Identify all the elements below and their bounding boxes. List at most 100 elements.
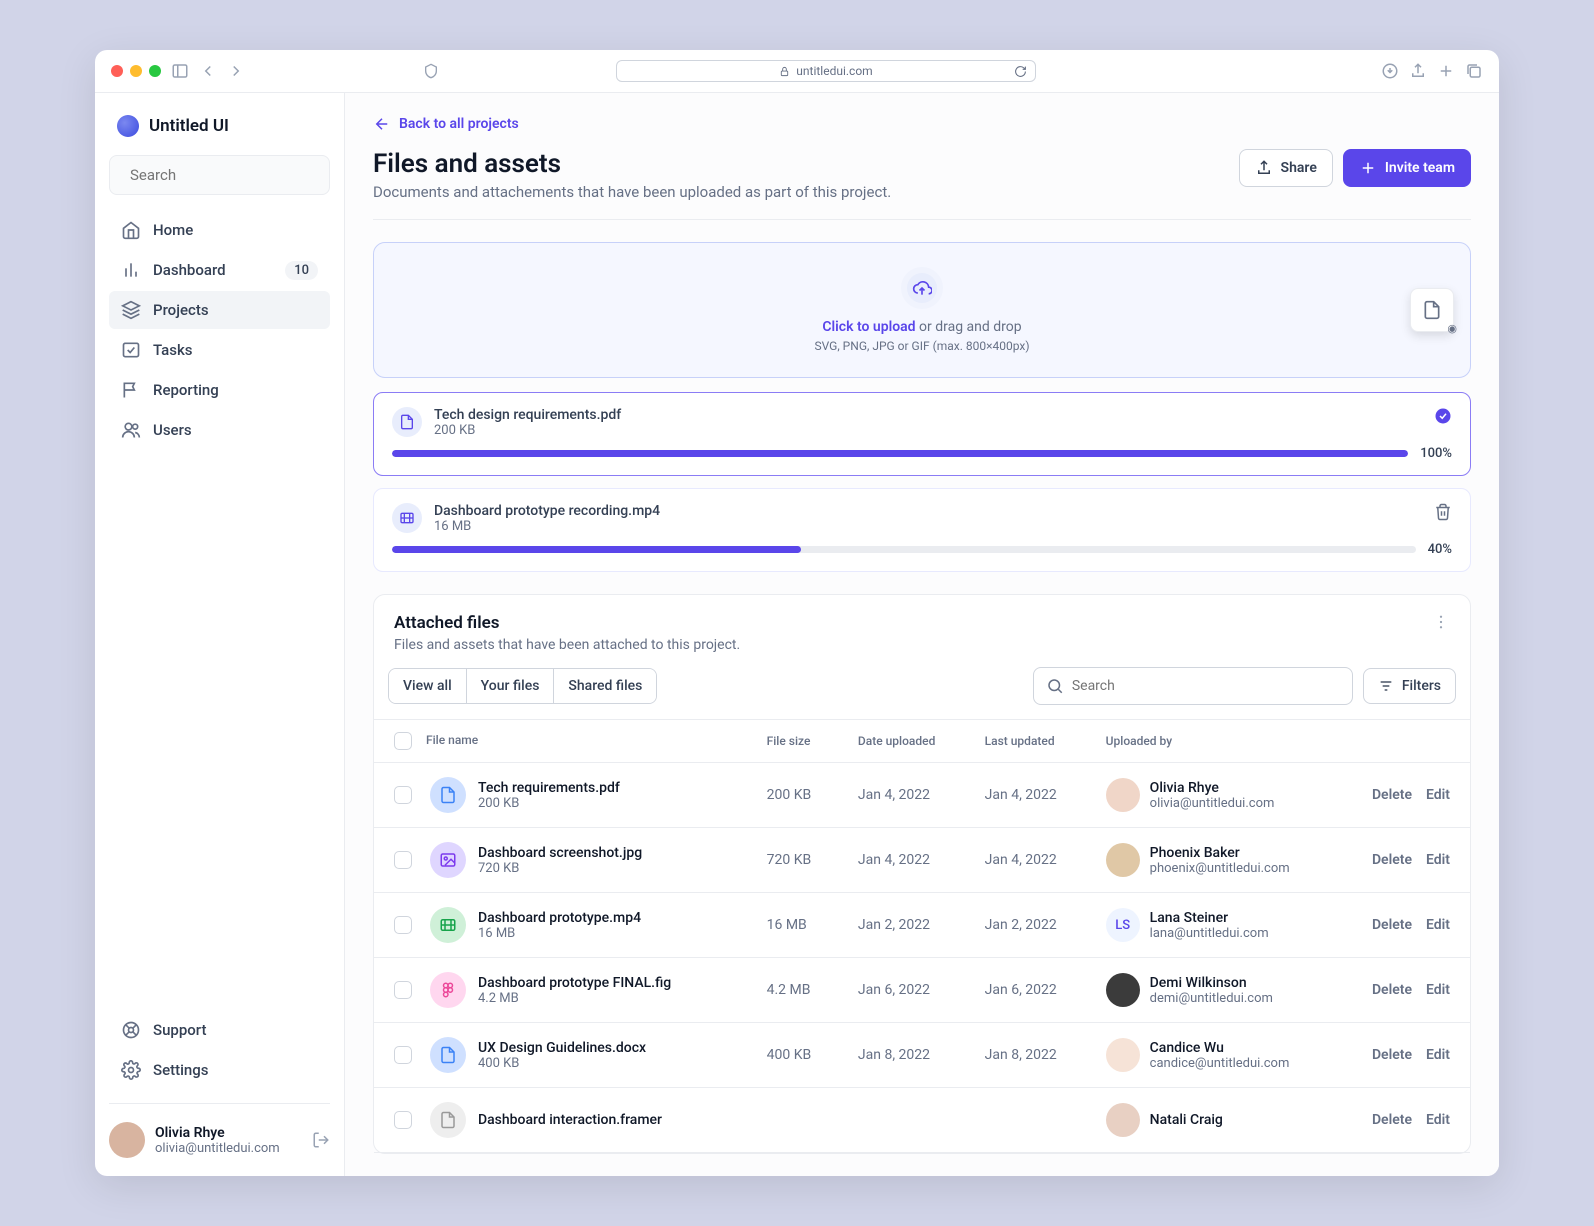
upload-progress-item: Dashboard prototype recording.mp416 MB 4… (373, 488, 1471, 572)
cloud-upload-icon (901, 267, 943, 309)
avatar (109, 1122, 145, 1158)
progress-bar (392, 450, 1408, 457)
tabs-icon[interactable] (1465, 62, 1483, 80)
row-checkbox[interactable] (394, 851, 412, 869)
nav-forward-icon[interactable] (227, 62, 245, 80)
sidebar-toggle-icon[interactable] (171, 62, 189, 80)
table-row: Dashboard interaction.framer Natali Crai… (374, 1088, 1470, 1153)
row-checkbox[interactable] (394, 1111, 412, 1129)
bar-icon (121, 260, 141, 280)
edit-button[interactable]: Edit (1426, 1112, 1450, 1128)
life-icon (121, 1020, 141, 1040)
col-uploaded[interactable]: Date uploaded (838, 720, 965, 763)
edit-button[interactable]: Edit (1426, 1047, 1450, 1063)
user-email: olivia@untitledui.com (155, 1141, 302, 1156)
tab-view-all[interactable]: View all (389, 669, 467, 703)
delete-button[interactable]: Delete (1372, 1047, 1412, 1063)
logout-icon[interactable] (312, 1131, 330, 1149)
file-name: UX Design Guidelines.docx (478, 1040, 646, 1056)
file-icon (1422, 300, 1442, 320)
col-updated[interactable]: Last updated (965, 720, 1086, 763)
flag-icon (121, 380, 141, 400)
upload-icon (1255, 159, 1273, 177)
edit-button[interactable]: Edit (1426, 787, 1450, 803)
tab-shared-files[interactable]: Shared files (554, 669, 656, 703)
new-tab-icon[interactable] (1437, 62, 1455, 80)
nav-item-home[interactable]: Home (109, 211, 330, 249)
card-title: Attached files (394, 613, 740, 633)
download-icon[interactable] (1381, 62, 1399, 80)
edit-button[interactable]: Edit (1426, 917, 1450, 933)
upload-dropzone[interactable]: Click to upload or drag and drop SVG, PN… (373, 242, 1471, 378)
tabs: View allYour filesShared files (388, 668, 657, 704)
share-button[interactable]: Share (1239, 149, 1333, 187)
delete-button[interactable]: Delete (1372, 982, 1412, 998)
refresh-icon[interactable] (1014, 65, 1027, 78)
row-checkbox[interactable] (394, 1046, 412, 1064)
col-by: Uploaded by (1086, 720, 1328, 763)
delete-button[interactable]: Delete (1372, 852, 1412, 868)
invite-button[interactable]: Invite team (1343, 149, 1471, 187)
row-checkbox[interactable] (394, 786, 412, 804)
row-checkbox[interactable] (394, 916, 412, 934)
url-bar[interactable]: untitledui.com (616, 60, 1036, 82)
tab-your-files[interactable]: Your files (467, 669, 555, 703)
delete-button[interactable]: Delete (1372, 917, 1412, 933)
upload-subtext: SVG, PNG, JPG or GIF (max. 800×400px) (398, 339, 1446, 353)
sidebar-search-input[interactable] (130, 166, 329, 184)
table-row: Dashboard prototype.mp416 MB 16 MB Jan 2… (374, 893, 1470, 958)
nav-item-settings[interactable]: Settings (109, 1051, 330, 1089)
cell-updated: Jan 4, 2022 (965, 828, 1086, 893)
select-all-checkbox[interactable] (394, 732, 412, 750)
cell-size: 200 KB (747, 763, 838, 828)
table-search[interactable] (1033, 667, 1353, 705)
main-content: Back to all projects Files and assets Do… (345, 93, 1499, 1176)
nav-item-dashboard[interactable]: Dashboard10 (109, 251, 330, 289)
cell-updated: Jan 2, 2022 (965, 893, 1086, 958)
delete-button[interactable]: Delete (1372, 1112, 1412, 1128)
check-icon[interactable] (1434, 407, 1452, 429)
vid-icon (430, 907, 466, 943)
share-icon[interactable] (1409, 62, 1427, 80)
file-name: Dashboard prototype FINAL.fig (478, 975, 671, 991)
user-avatar (1106, 973, 1140, 1007)
brand-logo (117, 115, 139, 137)
nav-item-tasks[interactable]: Tasks (109, 331, 330, 369)
shield-icon (423, 63, 439, 79)
upload-progress-item: Tech design requirements.pdf200 KB 100% (373, 392, 1471, 476)
nav-bottom: Support Settings (109, 1011, 330, 1089)
back-link[interactable]: Back to all projects (373, 115, 1471, 133)
edit-button[interactable]: Edit (1426, 852, 1450, 868)
nav-label: Support (153, 1021, 206, 1039)
file-name: Dashboard prototype.mp4 (478, 910, 641, 926)
nav-label: Users (153, 421, 192, 439)
nav-back-icon[interactable] (199, 62, 217, 80)
table-search-input[interactable] (1072, 678, 1340, 694)
users-icon (121, 420, 141, 440)
nav-item-users[interactable]: Users (109, 411, 330, 449)
cell-uploaded: Jan 4, 2022 (838, 763, 965, 828)
row-checkbox[interactable] (394, 981, 412, 999)
app-window: untitledui.com Untitled UI HomeDashboard… (95, 50, 1499, 1176)
filters-button[interactable]: Filters (1363, 668, 1456, 704)
trash-icon[interactable] (1434, 503, 1452, 525)
close-window[interactable] (111, 65, 123, 77)
nav-item-projects[interactable]: Projects (109, 291, 330, 329)
fig-icon (430, 972, 466, 1008)
nav-label: Tasks (153, 341, 193, 359)
table-row: Dashboard screenshot.jpg720 KB 720 KB Ja… (374, 828, 1470, 893)
user-name: Olivia Rhye (155, 1125, 302, 1141)
cell-uploaded: Jan 4, 2022 (838, 828, 965, 893)
nav-item-reporting[interactable]: Reporting (109, 371, 330, 409)
uploader-name: Olivia Rhye (1150, 780, 1275, 796)
maximize-window[interactable] (149, 65, 161, 77)
divider (373, 219, 1471, 220)
edit-button[interactable]: Edit (1426, 982, 1450, 998)
nav-item-support[interactable]: Support (109, 1011, 330, 1049)
delete-button[interactable]: Delete (1372, 787, 1412, 803)
sidebar-search[interactable] (109, 155, 330, 195)
plus-icon (1359, 159, 1377, 177)
more-icon[interactable] (1432, 613, 1450, 631)
cell-updated: Jan 4, 2022 (965, 763, 1086, 828)
minimize-window[interactable] (130, 65, 142, 77)
